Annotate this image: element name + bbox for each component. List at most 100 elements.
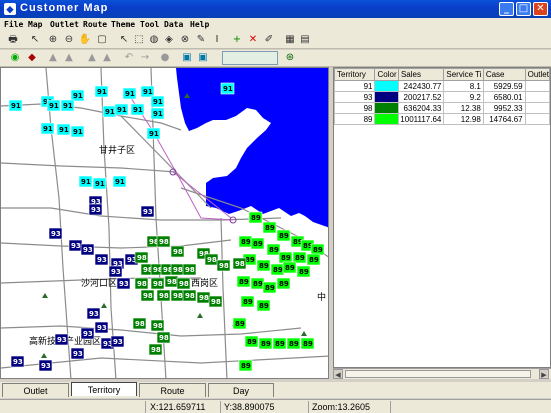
territory-marker-98[interactable]: 98 xyxy=(156,289,171,302)
territory-marker-91[interactable]: 91 xyxy=(140,85,155,98)
find-icon[interactable]: ⊛ xyxy=(283,51,297,65)
clear-icon[interactable]: ⊗ xyxy=(178,33,192,47)
territory-marker-91[interactable]: 91 xyxy=(130,103,145,116)
prev-icon[interactable]: ▲ xyxy=(85,51,99,65)
forward-icon[interactable]: → xyxy=(138,51,152,65)
print-icon[interactable]: 🖶 xyxy=(6,33,20,47)
territory-marker-89[interactable]: 89 xyxy=(270,263,285,276)
territory-marker-91[interactable]: 91 xyxy=(70,89,85,102)
territory-marker-91[interactable]: 91 xyxy=(8,99,23,112)
territory-marker-91[interactable]: 91 xyxy=(122,87,137,100)
map-icon[interactable]: ▣ xyxy=(180,51,194,65)
territory-marker-93[interactable]: 93 xyxy=(140,205,155,218)
territory-marker-93[interactable]: 93 xyxy=(48,227,63,240)
home2-icon[interactable]: ▲ xyxy=(62,51,76,65)
territory-marker-93[interactable]: 93 xyxy=(94,321,109,334)
territory-marker-91[interactable]: 91 xyxy=(46,99,61,112)
globe-icon[interactable]: ◉ xyxy=(8,51,22,65)
territory-marker-93[interactable]: 93 xyxy=(86,307,101,320)
territory-marker-93[interactable]: 93 xyxy=(10,355,25,368)
territory-marker-93[interactable]: 93 xyxy=(70,347,85,360)
territory-marker-91[interactable]: 91 xyxy=(114,103,129,116)
col-sales[interactable]: Sales xyxy=(397,68,445,81)
territory-marker-93[interactable]: 93 xyxy=(108,265,123,278)
maximize-button[interactable]: □ xyxy=(516,2,531,16)
territory-marker-98[interactable]: 98 xyxy=(134,251,149,264)
territory-marker-89[interactable]: 89 xyxy=(238,235,253,248)
territory-marker-91[interactable]: 91 xyxy=(94,85,109,98)
close-button[interactable]: ✕ xyxy=(533,2,548,16)
scroll-thumb[interactable] xyxy=(345,370,531,378)
next-icon[interactable]: ▲ xyxy=(100,51,114,65)
ruler-icon[interactable]: ✎ xyxy=(194,33,208,47)
territory-marker-91[interactable]: 91 xyxy=(56,123,71,136)
select-region-icon[interactable]: ◈ xyxy=(162,33,176,47)
territory-marker-98[interactable]: 98 xyxy=(134,277,149,290)
territory-marker-93[interactable]: 93 xyxy=(94,253,109,266)
territory-marker-91[interactable]: 91 xyxy=(102,105,117,118)
territory-marker-93[interactable]: 93 xyxy=(68,239,83,252)
minimize-button[interactable]: _ xyxy=(499,2,514,16)
territory-marker-91[interactable]: 91 xyxy=(150,95,165,108)
territory-marker-91[interactable]: 91 xyxy=(92,177,107,190)
territory-marker-93[interactable]: 93 xyxy=(80,243,95,256)
territory-marker-89[interactable]: 89 xyxy=(240,295,255,308)
table-row[interactable]: 89 1001117.64 12.98 14764.67 xyxy=(334,113,550,125)
territory-marker-89[interactable]: 89 xyxy=(244,335,259,348)
legend-icon[interactable]: ▤ xyxy=(298,33,312,47)
territory-marker-89[interactable]: 89 xyxy=(248,211,263,224)
territory-marker-89[interactable]: 89 xyxy=(262,221,277,234)
territory-marker-98[interactable]: 98 xyxy=(170,289,185,302)
tab-territory[interactable]: Territory xyxy=(71,382,137,396)
territory-marker-98[interactable]: 98 xyxy=(182,289,197,302)
zoom-input[interactable] xyxy=(222,51,278,65)
back-icon[interactable]: ↶ xyxy=(122,51,136,65)
extent-icon[interactable]: ▢ xyxy=(95,33,109,47)
territory-marker-93[interactable]: 93 xyxy=(80,327,95,340)
territory-marker-89[interactable]: 89 xyxy=(286,337,301,350)
territory-marker-89[interactable]: 89 xyxy=(276,229,291,242)
col-color[interactable]: Color xyxy=(374,68,399,81)
territory-marker-98[interactable]: 98 xyxy=(132,317,147,330)
layer-icon[interactable]: ▦ xyxy=(283,33,297,47)
territory-marker-98[interactable]: 98 xyxy=(150,319,165,332)
territory-marker-98[interactable]: 98 xyxy=(156,331,171,344)
territory-marker-91[interactable]: 91 xyxy=(70,125,85,138)
tab-route[interactable]: Route xyxy=(139,383,206,397)
table-row[interactable]: 98 636204.33 12.38 9952.33 xyxy=(334,102,550,114)
menu-map[interactable]: Map xyxy=(28,20,42,29)
territory-marker-91[interactable]: 91 xyxy=(112,175,127,188)
territory-marker-98[interactable]: 98 xyxy=(176,277,191,290)
territory-marker-98[interactable]: 98 xyxy=(150,277,165,290)
territory-marker-89[interactable]: 89 xyxy=(236,275,251,288)
map2-icon[interactable]: ▣ xyxy=(196,51,210,65)
territory-marker-98[interactable]: 98 xyxy=(164,275,179,288)
tab-outlet[interactable]: Outlet xyxy=(2,383,69,397)
territory-marker-91[interactable]: 91 xyxy=(146,127,161,140)
col-service-time[interactable]: Service Ti xyxy=(443,68,484,81)
territory-marker-93[interactable]: 93 xyxy=(116,277,131,290)
territory-marker-89[interactable]: 89 xyxy=(238,359,253,372)
territory-marker-89[interactable]: 89 xyxy=(256,259,271,272)
territory-marker-89[interactable]: 89 xyxy=(278,251,293,264)
territory-marker-93[interactable]: 93 xyxy=(88,203,103,216)
menu-file[interactable]: File xyxy=(4,20,23,29)
territory-marker-91[interactable]: 91 xyxy=(40,122,55,135)
home-icon[interactable]: ▲ xyxy=(46,51,60,65)
menu-help[interactable]: Help xyxy=(190,20,209,29)
col-outlet[interactable]: Outlet xyxy=(524,68,550,81)
menu-tool[interactable]: Tool xyxy=(140,20,159,29)
map-canvas[interactable]: 甘井子区 沙河口区 西岗区 高新技术产业园区 中 898989898989898… xyxy=(0,67,329,379)
territory-marker-89[interactable]: 89 xyxy=(262,281,277,294)
territory-marker-98[interactable]: 98 xyxy=(216,259,231,272)
territory-marker-89[interactable]: 89 xyxy=(276,277,291,290)
territory-marker-98[interactable]: 98 xyxy=(196,291,211,304)
territory-marker-98[interactable]: 98 xyxy=(140,289,155,302)
territory-marker-89[interactable]: 89 xyxy=(306,253,321,266)
territory-marker-89[interactable]: 89 xyxy=(292,251,307,264)
select-icon[interactable]: ↖ xyxy=(117,33,131,47)
edit-icon[interactable]: ✐ xyxy=(262,33,276,47)
menu-outlet[interactable]: Outlet xyxy=(50,20,79,29)
territory-marker-98[interactable]: 98 xyxy=(148,343,163,356)
territory-marker-93[interactable]: 93 xyxy=(110,335,125,348)
